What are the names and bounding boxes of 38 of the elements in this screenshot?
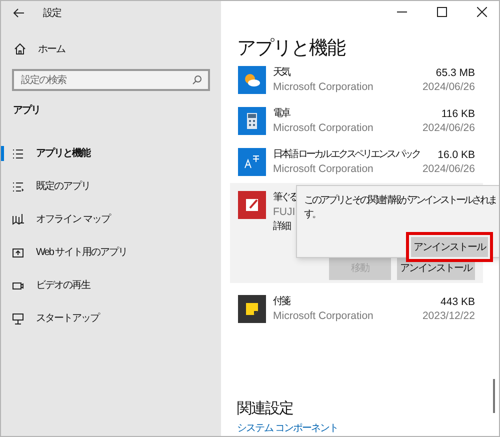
monitor-icon [12,312,24,324]
pen-note-icon [238,191,266,219]
details-link[interactable]: 詳細 [273,220,290,234]
default-apps-icon [12,180,24,192]
system-components-link[interactable]: システム コンポーネント [237,422,338,436]
search-icon [192,75,202,85]
app-list-item[interactable]: 日本語 ローカル エクスペリエンス パック 16.0 KB Microsoft Corporation 2024/06/26 [230,142,483,183]
language-icon [238,148,266,176]
nav-item[interactable]: スタートアップ [1,302,221,335]
selection-indicator [1,146,4,161]
calculator-icon [238,107,266,135]
app-list-item[interactable]: 電卓 116 KB Microsoft Corporation 2024/06/26 [230,101,483,142]
dialog-message: このアプリとその関連情報がアンインストールされます。 [304,194,496,222]
weather-icon [238,66,266,94]
back-arrow-icon[interactable] [13,8,25,18]
confirm-uninstall-button[interactable]: アンインストール [406,232,493,262]
app-list-item[interactable]: 天気 65.3 MB Microsoft Corporation 2024/06/26 [230,60,483,101]
page-heading: アプリと機能 [237,38,345,60]
nav-item[interactable]: アプリと機能 [1,137,221,170]
app-list-item[interactable]: 付箋 443 KB Microsoft Corporation 2023/12/22 [230,289,483,330]
nav-item[interactable]: Web サイト用のアプリ [1,236,221,269]
home-link[interactable]: ホーム [1,39,221,59]
close-icon[interactable] [477,6,487,16]
window-title: 設定 [43,6,61,20]
section-heading: 関連設定 [237,400,293,418]
sticky-note-icon [238,295,266,323]
maximize-icon[interactable] [437,6,447,16]
video-icon [12,280,24,292]
scrollbar[interactable] [493,379,495,413]
nav-item[interactable]: オフライン マップ [1,203,221,236]
map-icon [12,214,24,226]
nav-item[interactable]: ビデオの再生 [1,269,221,302]
home-icon [14,43,26,55]
list-icon [12,148,24,160]
nav-item[interactable]: 既定のアプリ [1,170,221,203]
browser-window-icon [12,246,24,258]
search-field[interactable]: 設定の検索 [12,69,210,91]
section-heading: アプリ [13,103,40,118]
